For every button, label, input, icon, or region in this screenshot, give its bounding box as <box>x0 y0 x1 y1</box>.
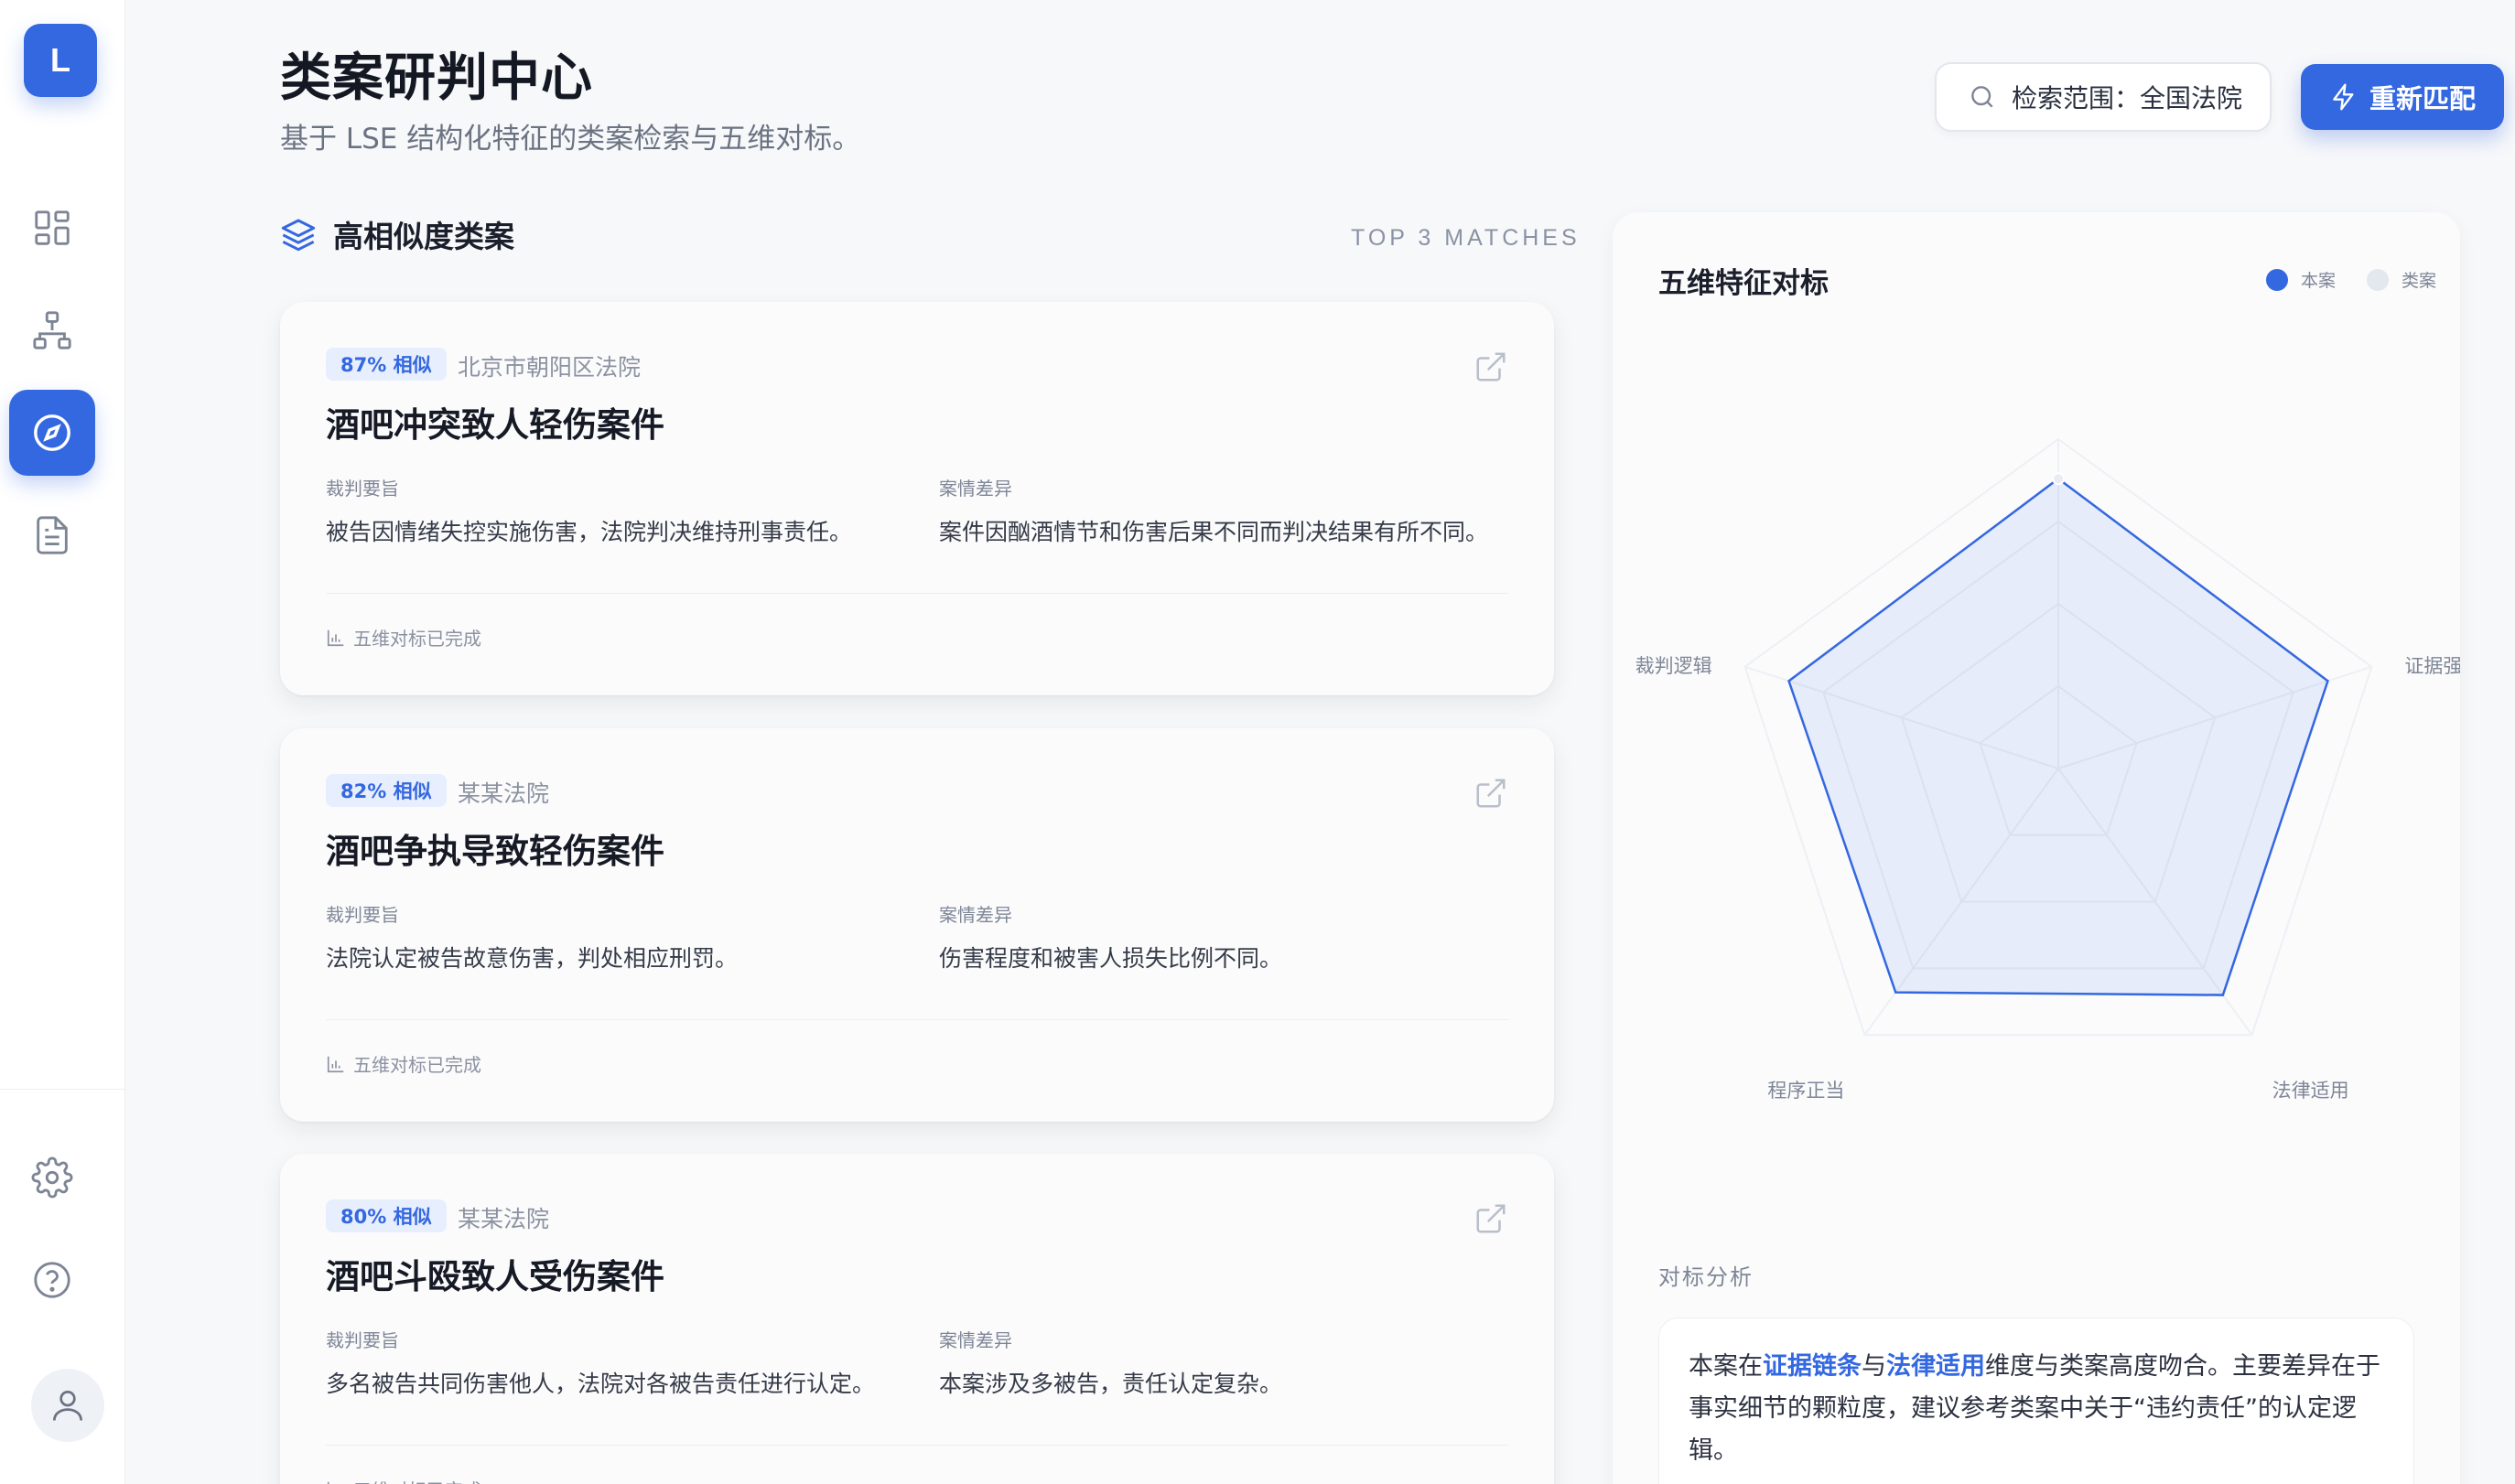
gear-icon <box>31 1156 73 1199</box>
analysis-highlight-evidence: 证据链条 <box>1763 1352 1862 1381</box>
nav-settings[interactable] <box>9 1135 95 1221</box>
rematch-button[interactable]: 重新匹配 <box>2301 64 2504 130</box>
similarity-badge: 80% 相似 <box>326 1199 447 1232</box>
page-title: 类案研判中心 <box>280 48 593 108</box>
section-header: 高相似度类案 <box>280 212 514 256</box>
radar-axis-label: 程序正当 <box>1767 1080 1844 1102</box>
court-name: 某某法院 <box>458 780 550 807</box>
diff-label: 案情差异 <box>939 1329 1012 1351</box>
footer-status: 五维对标已完成 <box>353 1476 481 1484</box>
diff-text: 本案涉及多被告，责任认定复杂。 <box>939 1371 1283 1397</box>
legend-label-similar: 类案 <box>2401 271 2436 291</box>
similarity-badge: 82% 相似 <box>326 774 447 807</box>
user-avatar[interactable] <box>31 1369 104 1442</box>
legend-item-similar: 类案 <box>2366 267 2436 292</box>
lightning-icon <box>2333 83 2354 111</box>
search-scope-label: 检索范围：全国法院 <box>2012 83 2243 113</box>
case-title[interactable]: 酒吧斗殴致人受伤案件 <box>326 1249 664 1298</box>
radar-series-current <box>1787 477 2329 996</box>
footer-status: 五维对标已完成 <box>353 1054 481 1076</box>
bar-chart-icon <box>327 629 344 646</box>
radar-axis-label: 裁判逻辑 <box>1635 655 1712 677</box>
nav-dashboard[interactable] <box>9 185 95 271</box>
sitemap-icon <box>33 311 71 349</box>
user-icon <box>52 1390 83 1421</box>
chart-legend: 本案 类案 <box>2265 267 2436 292</box>
court-name: 某某法院 <box>458 1206 550 1232</box>
case-card[interactable]: 87% 相似 北京市朝阳区法院 酒吧冲突致人轻伤案件 裁判要旨 案情差异 被告因… <box>280 302 1554 695</box>
card-footer: 五维对标已完成 <box>326 624 481 651</box>
card-divider <box>326 1019 1508 1020</box>
analysis-text-2: 与 <box>1862 1352 1886 1381</box>
legend-label-current: 本案 <box>2300 271 2336 291</box>
rematch-button-label: 重新匹配 <box>2369 83 2476 114</box>
legend-dot-similar <box>2366 268 2389 291</box>
app-logo[interactable]: L <box>24 24 97 97</box>
gist-text: 多名被告共同伤害他人，法院对各被告责任进行认定。 <box>326 1371 876 1397</box>
card-divider <box>326 1445 1508 1446</box>
footer-status: 五维对标已完成 <box>353 628 481 650</box>
card-footer: 五维对标已完成 <box>326 1050 481 1077</box>
case-card[interactable]: 82% 相似 某某法院 酒吧争执导致轻伤案件 裁判要旨 案情差异 法院认定被告故… <box>280 728 1554 1122</box>
gist-label: 裁判要旨 <box>326 478 399 500</box>
analysis-highlight-law: 法律适用 <box>1886 1352 1985 1381</box>
radar-point <box>2052 472 2065 486</box>
external-link-icon[interactable] <box>1473 776 1508 811</box>
analysis-label: 对标分析 <box>1658 1264 1754 1290</box>
external-link-icon[interactable] <box>1473 1201 1508 1236</box>
external-link-icon[interactable] <box>1473 349 1508 384</box>
bar-chart-icon <box>327 1481 329 1484</box>
legend-dot-current <box>2265 268 2288 291</box>
similarity-badge: 87% 相似 <box>326 348 447 381</box>
gist-label: 裁判要旨 <box>326 1329 399 1351</box>
section-title: 高相似度类案 <box>333 219 514 254</box>
compass-icon <box>34 414 70 451</box>
gist-label: 裁判要旨 <box>326 904 399 926</box>
dashboard-icon <box>35 210 70 245</box>
page-subtitle: 基于 LSE 结构化特征的类案检索与五维对标。 <box>280 123 861 156</box>
bar-chart-icon <box>327 1056 344 1072</box>
nav-help[interactable] <box>9 1237 95 1323</box>
diff-text: 案件因酗酒情节和伤害后果不同而判决结果有所不同。 <box>939 519 1489 545</box>
case-title[interactable]: 酒吧争执导致轻伤案件 <box>326 823 664 873</box>
nav-hierarchy[interactable] <box>9 287 95 373</box>
case-title[interactable]: 酒吧冲突致人轻伤案件 <box>326 397 664 446</box>
diff-text: 伤害程度和被害人损失比例不同。 <box>939 945 1283 972</box>
gist-text: 被告因情绪失控实施伤害，法院判决维持刑事责任。 <box>326 519 853 545</box>
search-scope-selector[interactable]: 检索范围：全国法院 <box>1935 62 2272 132</box>
radar-axis-label: 证据强度 <box>2404 655 2460 677</box>
legend-item-current: 本案 <box>2265 267 2336 292</box>
diff-label: 案情差异 <box>939 478 1012 500</box>
card-divider <box>326 593 1508 594</box>
nav-document[interactable] <box>9 492 95 578</box>
court-name: 北京市朝阳区法院 <box>458 354 642 381</box>
analysis-text-1: 本案在 <box>1689 1352 1763 1381</box>
feature-benchmark-panel: 五维特征对标 本案 类案 案情事实证据强度法律适用程序正当裁判逻辑 对标分析 本… <box>1613 212 2460 1484</box>
nav-explore[interactable] <box>9 390 95 476</box>
radar-chart: 案情事实证据强度法律适用程序正当裁判逻辑 <box>1635 437 2460 1102</box>
sidebar-divider <box>0 1089 125 1090</box>
diff-label: 案情差异 <box>939 904 1012 926</box>
radar-axis-label: 法律适用 <box>2272 1080 2349 1102</box>
help-icon <box>34 1262 70 1298</box>
sidebar: L <box>0 0 125 1484</box>
gist-text: 法院认定被告故意伤害，判处相应刑罚。 <box>326 945 739 972</box>
case-card[interactable]: 80% 相似 某某法院 酒吧斗殴致人受伤案件 裁判要旨 案情差异 多名被告共同伤… <box>280 1154 1554 1484</box>
document-icon <box>37 516 68 554</box>
card-footer: 五维对标已完成 <box>326 1476 481 1484</box>
panel-title: 五维特征对标 <box>1658 267 1829 300</box>
layers-icon <box>281 219 316 252</box>
search-icon <box>1971 86 1993 108</box>
section-tag: TOP 3 MATCHES <box>1351 225 1581 251</box>
analysis-box: 本案在证据链条与法律适用维度与类案高度吻合。主要差异在于事实细节的颗粒度，建议参… <box>1658 1317 2414 1484</box>
